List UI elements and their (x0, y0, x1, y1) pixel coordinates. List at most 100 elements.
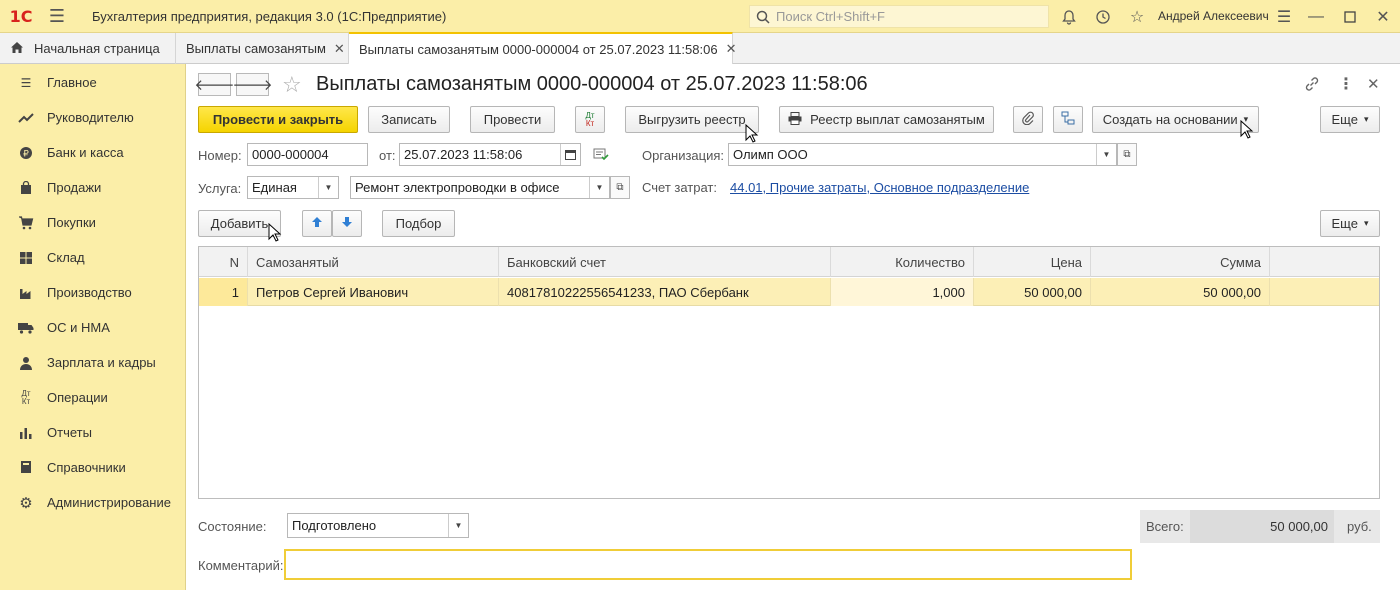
favorites-star-icon[interactable]: ☆ (1126, 6, 1148, 28)
export-registry-button[interactable]: Выгрузить реестр (625, 106, 759, 133)
sidebar-item-references[interactable]: Справочники (0, 450, 186, 485)
user-name[interactable]: Андрей Алексеевич (1158, 9, 1269, 23)
organization-value: Олимп ООО (733, 147, 808, 162)
column-header-n[interactable]: N (199, 247, 248, 277)
sidebar-item-purchases[interactable]: Покупки (0, 205, 186, 240)
column-header-person[interactable]: Самозанятый (248, 247, 499, 277)
sidebar-item-bank[interactable]: ₽ Банк и касса (0, 135, 186, 170)
close-icon[interactable]: ✕ (334, 41, 345, 57)
cell-price[interactable]: 50 000,00 (974, 278, 1091, 306)
table-more-button[interactable]: Еще ▾ (1320, 210, 1380, 237)
sidebar-item-label: Справочники (47, 460, 126, 475)
more-vertical-icon[interactable]: ⋮ (1338, 74, 1354, 94)
menu-icon[interactable]: ☰ (42, 0, 72, 33)
move-up-button[interactable] (302, 210, 332, 237)
sidebar-item-sales[interactable]: Продажи (0, 170, 186, 205)
sidebar-item-warehouse[interactable]: Склад (0, 240, 186, 275)
tab-home[interactable]: Начальная страница (0, 33, 176, 64)
history-icon[interactable] (1092, 6, 1114, 28)
search-input[interactable]: Поиск Ctrl+Shift+F (749, 5, 1049, 28)
chevron-down-icon[interactable]: ▼ (448, 514, 468, 537)
sidebar-item-manager[interactable]: Руководителю (0, 100, 186, 135)
close-form-icon[interactable]: ✕ (1367, 75, 1380, 93)
cell-n[interactable]: 1 (199, 278, 248, 306)
move-down-button[interactable] (332, 210, 362, 237)
column-header-price[interactable]: Цена (974, 247, 1091, 277)
organization-label: Организация: (642, 148, 725, 163)
table-row[interactable]: 1 Петров Сергей Иванович 408178102225565… (199, 278, 1379, 306)
column-header-bank-account[interactable]: Банковский счет (499, 247, 831, 277)
link-icon[interactable] (1304, 76, 1320, 96)
cell-person[interactable]: Петров Сергей Иванович (248, 278, 499, 306)
payment-registry-button[interactable]: Реестр выплат самозанятым (779, 106, 994, 133)
list-icon: ☰ (20, 75, 32, 90)
document-status-icon[interactable] (593, 147, 609, 164)
sidebar-item-salary[interactable]: Зарплата и кадры (0, 345, 186, 380)
document-form: 🡐 🡒 ☆ Выплаты самозанятым 0000-000004 от… (186, 64, 1400, 590)
tab-payments-list[interactable]: Выплаты самозанятым ✕ (176, 33, 349, 64)
service-type-field[interactable]: Единая ▼ (247, 176, 339, 199)
more-button[interactable]: Еще ▾ (1320, 106, 1380, 133)
forward-button[interactable]: 🡒 (232, 73, 273, 96)
bell-icon[interactable] (1058, 6, 1080, 28)
currency-label: руб. (1347, 519, 1372, 534)
minimize-icon[interactable]: — (1305, 6, 1327, 28)
cell-sum[interactable]: 50 000,00 (1091, 278, 1270, 306)
sidebar-item-label: Главное (47, 75, 97, 90)
arrow-up-icon (311, 216, 323, 231)
maximize-icon[interactable] (1339, 6, 1361, 28)
sidebar-item-label: Зарплата и кадры (47, 355, 156, 370)
close-icon[interactable]: ✕ (726, 41, 737, 57)
organization-field[interactable]: Олимп ООО ▼ (728, 143, 1117, 166)
total-value: 50 000,00 (1190, 510, 1334, 543)
tab-payment-document[interactable]: Выплаты самозанятым 0000-000004 от 25.07… (349, 32, 736, 64)
post-and-close-button[interactable]: Провести и закрыть (198, 106, 358, 133)
more-label: Еще (1331, 216, 1358, 231)
close-window-icon[interactable]: ✕ (1372, 6, 1394, 28)
cell-bank-account[interactable]: 40817810222556541233, ПАО Сбербанк (499, 278, 831, 306)
mouse-cursor-icon (1240, 120, 1254, 139)
cell-quantity[interactable]: 1,000 (831, 278, 974, 306)
sidebar-item-operations[interactable]: Дт Кт Операции (0, 380, 186, 415)
settings-menu-icon[interactable]: ☰ (1273, 6, 1295, 28)
chevron-down-icon[interactable]: ▼ (318, 177, 338, 198)
sidebar-item-reports[interactable]: Отчеты (0, 415, 186, 450)
save-button[interactable]: Записать (368, 106, 450, 133)
create-based-on-button[interactable]: Создать на основании ▾ (1092, 106, 1259, 133)
sidebar-item-production[interactable]: Производство (0, 275, 186, 310)
select-button[interactable]: Подбор (382, 210, 455, 237)
svg-text:₽: ₽ (23, 149, 29, 159)
sidebar-item-main[interactable]: ☰ Главное (0, 65, 186, 100)
dt-kt-button[interactable]: Дт Кт (575, 106, 605, 133)
attachment-button[interactable] (1013, 106, 1043, 133)
comment-input[interactable] (284, 549, 1132, 580)
post-button[interactable]: Провести (470, 106, 555, 133)
payments-table[interactable]: N Самозанятый Банковский счет Количество… (198, 246, 1380, 499)
column-header-sum[interactable]: Сумма (1091, 247, 1270, 277)
sidebar-item-admin[interactable]: ⚙ Администрирование (0, 485, 186, 520)
state-field[interactable]: Подготовлено ▼ (287, 513, 469, 538)
chevron-down-icon[interactable]: ▼ (1096, 144, 1116, 165)
arrow-down-icon (341, 216, 353, 231)
create-based-label: Создать на основании (1102, 112, 1238, 127)
service-field[interactable]: Ремонт электропроводки в офисе ▼ (350, 176, 610, 199)
sidebar-item-label: Руководителю (47, 110, 134, 125)
mouse-cursor-icon (268, 223, 282, 242)
sidebar-item-fixed-assets[interactable]: ОС и НМА (0, 310, 186, 345)
open-organization-button[interactable]: ⧉ (1117, 143, 1137, 166)
app-logo[interactable]: 1С (0, 0, 42, 33)
open-service-button[interactable]: ⧉ (610, 176, 630, 199)
calendar-icon[interactable] (560, 144, 580, 165)
sidebar-item-label: Банк и касса (47, 145, 124, 160)
structure-button[interactable] (1053, 106, 1083, 133)
back-button[interactable]: 🡐 (194, 73, 235, 96)
cost-account-link[interactable]: 44.01, Прочие затраты, Основное подразде… (730, 180, 1029, 195)
number-label: Номер: (198, 148, 242, 163)
column-header-quantity[interactable]: Количество (831, 247, 974, 277)
sidebar-item-label: Покупки (47, 215, 96, 230)
chevron-down-icon[interactable]: ▼ (589, 177, 609, 198)
state-label: Состояние: (198, 519, 267, 534)
favorite-star-icon[interactable]: ☆ (282, 72, 302, 98)
date-field[interactable]: 25.07.2023 11:58:06 (399, 143, 581, 166)
number-field[interactable]: 0000-000004 (247, 143, 368, 166)
